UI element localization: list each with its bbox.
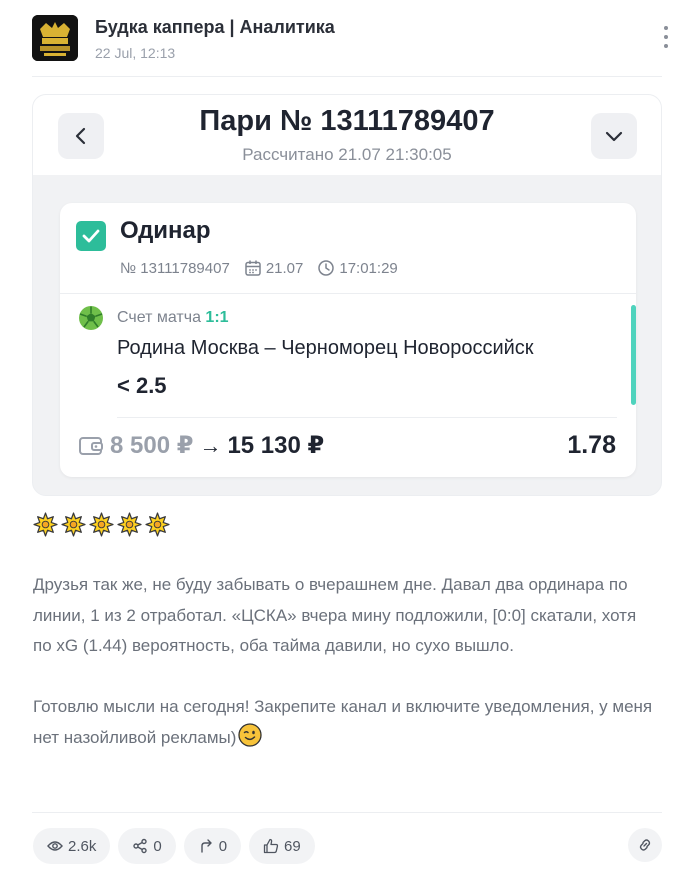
chevron-down-icon <box>605 131 623 142</box>
payout-amount: 15 130 ₽ <box>227 432 325 459</box>
stars-emoji-row <box>33 512 170 537</box>
like-button[interactable]: 69 <box>249 828 315 864</box>
match-name: Родина Москва – Черноморец Новороссийск <box>117 337 534 359</box>
header-divider <box>32 76 662 77</box>
bet-settled-time: Рассчитано 21.07 21:30:05 <box>242 145 452 164</box>
check-icon <box>76 221 106 251</box>
star-emoji-icon <box>61 512 86 537</box>
star-emoji-icon <box>117 512 142 537</box>
ticket-divider <box>60 293 636 294</box>
bet-odds: 1.78 <box>567 431 616 459</box>
shares-count: 0 <box>153 837 162 855</box>
arrow-right-icon: → <box>199 432 222 458</box>
share-icon <box>133 838 148 854</box>
repost-button[interactable]: 0 <box>183 828 242 864</box>
thumbs-up-icon <box>263 838 279 854</box>
wink-emoji-icon <box>238 722 263 747</box>
post-paragraph-2: Готовлю мысли на сегодня! Закрепите кана… <box>33 692 658 753</box>
bet-status-bar <box>631 305 636 405</box>
match-score: Счет матча 1:1 <box>117 309 229 327</box>
eye-icon <box>47 841 63 851</box>
post-paragraph: Друзья так же, не буду забывать о вчераш… <box>33 575 637 655</box>
score-value: 1:1 <box>205 309 229 326</box>
reposts-count: 0 <box>218 837 228 855</box>
bet-time-group: 17:01:29 <box>317 259 398 277</box>
post-header: Будка каппера | Аналитика 22 Jul, 12:13 <box>32 12 672 64</box>
ticket-divider-bottom <box>117 417 617 418</box>
bet-card: Пари № 13111789407 Рассчитано 21.07 21:3… <box>32 94 662 496</box>
score-label: Счет матча <box>117 309 201 326</box>
post-footer: 2.6k 0 0 69 <box>33 828 315 864</box>
bet-type: Одинар <box>120 217 211 244</box>
post-paragraph-text: Готовлю мысли на сегодня! Закрепите кана… <box>33 697 653 747</box>
stake-row: 8 500 ₽ → 15 130 ₽ <box>78 431 324 460</box>
bet-time: 17:01:29 <box>339 259 398 277</box>
channel-name[interactable]: Будка каппера | Аналитика <box>95 17 335 38</box>
channel-avatar[interactable] <box>32 15 78 61</box>
star-emoji-icon <box>33 512 58 537</box>
bet-date: 21.07 <box>265 259 304 277</box>
channel-logo-icon <box>32 15 78 61</box>
link-icon <box>639 839 651 851</box>
star-emoji-icon <box>89 512 114 537</box>
clock-icon <box>318 260 335 276</box>
copy-link-button[interactable] <box>628 828 662 862</box>
football-icon <box>79 306 103 330</box>
calendar-icon <box>245 260 261 276</box>
bet-meta: № 13111789407 21.07 17:01:29 <box>120 259 412 277</box>
bet-date-group: 21.07 <box>244 259 304 277</box>
expand-bet-button[interactable] <box>591 113 637 159</box>
likes-count: 69 <box>284 837 301 855</box>
bet-card-header: Пари № 13111789407 Рассчитано 21.07 21:3… <box>33 95 661 175</box>
bet-title: Пари № 13111789407 <box>199 105 495 137</box>
star-emoji-icon <box>145 512 170 537</box>
views-counter: 2.6k <box>33 828 111 864</box>
footer-divider <box>32 812 662 813</box>
wallet-icon <box>79 436 103 455</box>
more-options-icon[interactable] <box>656 24 676 50</box>
share-button[interactable]: 0 <box>118 828 176 864</box>
bet-ticket: Одинар № 13111789407 21.07 17:01:29 Счет… <box>60 203 636 477</box>
views-count: 2.6k <box>68 837 97 855</box>
post-date: 22 Jul, 12:13 <box>95 45 176 61</box>
bet-selection: < 2.5 <box>117 373 167 398</box>
forward-icon <box>201 839 212 853</box>
post-text: Друзья так же, не буду забывать о вчераш… <box>33 570 658 784</box>
stake-amount: 8 500 ₽ <box>110 432 194 459</box>
bet-number: № 13111789407 <box>120 259 230 277</box>
